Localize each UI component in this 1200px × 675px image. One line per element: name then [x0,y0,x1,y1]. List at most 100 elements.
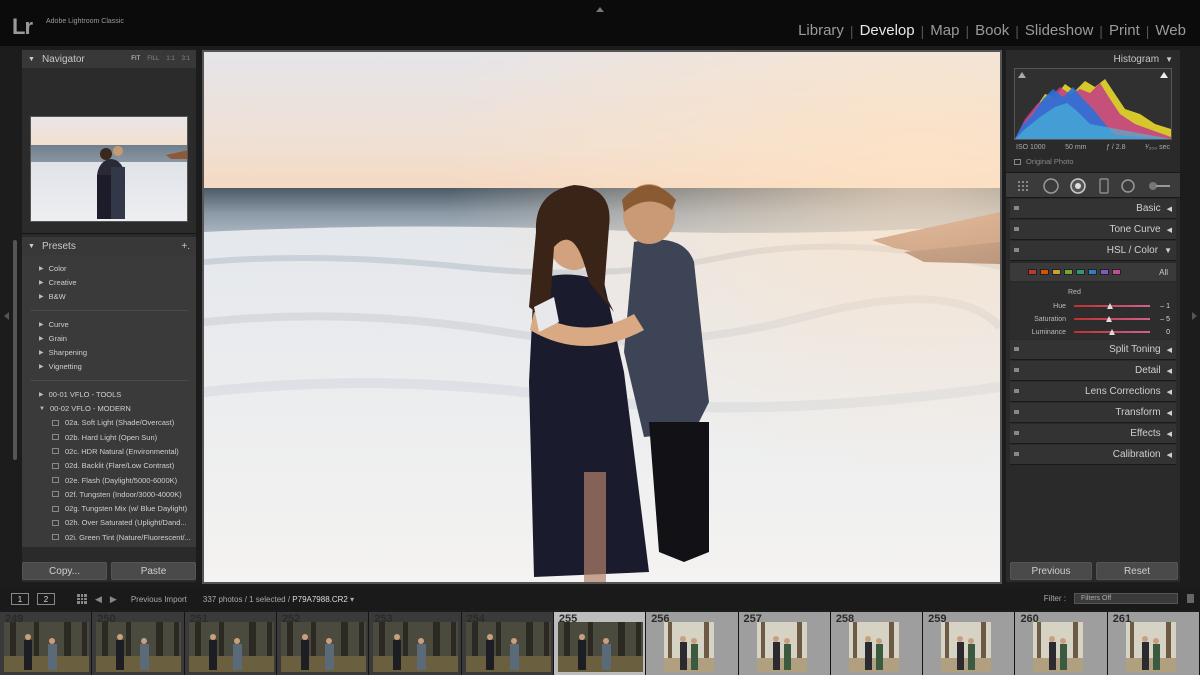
panel-switch-icon[interactable] [1014,347,1019,351]
collapse-top-panel-icon[interactable] [596,7,604,12]
basic-section-header[interactable]: Basic ◀ [1010,199,1176,219]
grid-view-icon[interactable] [77,594,87,604]
slider-value[interactable]: – 5 [1160,316,1170,323]
preset-item[interactable]: 02e. Flash (Daylight/5000-6000K) [22,473,196,487]
back-arrow-icon[interactable]: ◀ [95,594,102,605]
module-book[interactable]: Book [969,22,1015,39]
filmstrip-thumbnail[interactable]: 259 [923,612,1016,675]
module-web[interactable]: Web [1149,22,1192,39]
calibration-section-header[interactable]: Calibration ◀ [1010,445,1176,465]
color-swatch[interactable] [1052,269,1061,275]
filmstrip-thumbnail[interactable]: 258 [830,612,924,675]
histogram-header[interactable]: Histogram ▼ [1006,50,1180,68]
module-print[interactable]: Print [1103,22,1146,39]
previous-button[interactable]: Previous [1010,562,1092,580]
filmstrip-thumbnail[interactable]: 251 [184,612,277,675]
preset-item[interactable]: ▶ 00-01 VFLO - TOOLS [22,387,196,401]
zoom-option[interactable]: FIT [131,56,140,62]
preset-item[interactable]: 02d. Backlit (Flare/Low Contrast) [22,459,196,473]
slider-handle[interactable] [1109,329,1115,335]
paste-button[interactable]: Paste [111,562,196,580]
filmstrip-thumbnail[interactable]: 253 [369,612,462,675]
split-toning-section-header[interactable]: Split Toning ◀ [1010,340,1176,360]
module-library[interactable]: Library [792,22,850,39]
filter-lock-icon[interactable] [1187,594,1194,603]
preset-item[interactable]: ▼ 00-02 VFLO - MODERN [22,401,196,415]
forward-arrow-icon[interactable]: ▶ [110,594,117,605]
preset-item[interactable]: 02h. Over Saturated (Uplight/Dand... [22,516,196,530]
luminance-slider[interactable] [1074,329,1150,335]
filmstrip-thumbnail[interactable]: 254 [461,612,554,675]
preset-item[interactable]: 02b. Hard Light (Open Sun) [22,430,196,444]
preset-item[interactable]: ▶ Creative [22,275,196,289]
preset-item[interactable]: ▶ Grain [22,331,196,345]
preset-item[interactable]: 02c. HDR Natural (Environmental) [22,444,196,458]
filmstrip-thumbnail[interactable]: 257 [738,612,831,675]
filmstrip-thumbnail[interactable]: 250 [92,612,185,675]
hue-slider[interactable] [1074,303,1150,309]
slider-handle[interactable] [1107,303,1114,309]
collapse-right-panel-icon[interactable] [1192,312,1197,320]
lens-corrections-section-header[interactable]: Lens Corrections ◀ [1010,382,1176,402]
preset-item[interactable]: 02a. Soft Light (Shade/Overcast) [22,416,196,430]
source-label[interactable]: Previous Import [131,595,187,604]
tone-curve-section-header[interactable]: Tone Curve ◀ [1010,220,1176,240]
slider-value[interactable]: 0 [1166,329,1170,336]
filmstrip-thumbnail[interactable]: 255 [553,612,647,675]
transform-section-header[interactable]: Transform ◀ [1010,403,1176,423]
saturation-slider[interactable] [1074,316,1150,322]
panel-switch-icon[interactable] [1014,389,1019,393]
panel-switch-icon[interactable] [1014,227,1019,231]
color-swatch[interactable] [1076,269,1085,275]
preset-item[interactable]: ▶ Curve [22,317,196,331]
module-slideshow[interactable]: Slideshow [1019,22,1099,39]
effects-section-header[interactable]: Effects ◀ [1010,424,1176,444]
hsl-color-section-header[interactable]: HSL / Color ▼ [1010,241,1176,261]
zoom-option[interactable]: FILL [147,56,159,62]
copy-button[interactable]: Copy... [22,562,107,580]
preset-item[interactable]: ▶ Vignetting [22,360,196,374]
primary-window-button[interactable]: 1 [11,593,29,605]
preset-item[interactable]: ▶ Color [22,261,196,275]
panel-switch-icon[interactable] [1014,410,1019,414]
zoom-option[interactable]: 1:1 [166,56,174,62]
color-swatch[interactable] [1112,269,1121,275]
collapse-left-panel-icon[interactable] [4,312,9,320]
preset-item[interactable]: 02f. Tungsten (Indoor/3000-4000K) [22,487,196,501]
color-swatch[interactable] [1088,269,1097,275]
presets-header[interactable]: ▼ Presets +. [22,237,196,255]
panel-switch-icon[interactable] [1014,206,1019,210]
navigator-header[interactable]: ▼ Navigator FIT FILL 1:1 3:1 [22,50,196,68]
original-photo-toggle[interactable]: Original Photo [1006,151,1180,166]
filmstrip-thumbnail[interactable]: 252 [276,612,370,675]
slider-value[interactable]: – 1 [1160,303,1170,310]
filmstrip-thumbnail[interactable]: 256 [646,612,739,675]
preset-item[interactable]: 02i. Green Tint (Nature/Fluorescent/... [22,530,196,544]
panel-switch-icon[interactable] [1014,368,1019,372]
panel-switch-icon[interactable] [1014,431,1019,435]
color-swatch[interactable] [1100,269,1109,275]
filter-select[interactable]: Filters Off [1074,593,1178,604]
left-panel-scrollbar[interactable] [13,240,17,460]
zoom-option[interactable]: 3:1 [182,56,190,62]
module-map[interactable]: Map [924,22,965,39]
hsl-all-tab[interactable]: All [1159,268,1168,277]
add-preset-button[interactable]: +. [181,241,190,252]
reset-button[interactable]: Reset [1096,562,1178,580]
main-photo[interactable] [204,52,1000,582]
slider-handle[interactable] [1105,316,1112,322]
filmstrip-thumbnail[interactable]: 249 [0,612,93,675]
panel-switch-icon[interactable] [1014,248,1019,252]
filmstrip-thumbnail[interactable]: 261 [1107,612,1200,675]
preset-item[interactable]: 02g. Tungsten Mix (w/ Blue Daylight) [22,501,196,515]
panel-switch-icon[interactable] [1014,452,1019,456]
navigator-thumbnail[interactable] [30,116,188,222]
color-swatch[interactable] [1040,269,1049,275]
secondary-window-button[interactable]: 2 [37,593,55,605]
preset-item[interactable]: ▶ B&W [22,290,196,304]
chevron-down-icon[interactable]: ▾ [350,595,354,604]
preset-item[interactable]: ▶ Sharpening [22,345,196,359]
histogram-graph[interactable] [1014,68,1172,140]
module-develop[interactable]: Develop [854,22,921,39]
shadow-clipping-icon[interactable] [1018,72,1026,78]
